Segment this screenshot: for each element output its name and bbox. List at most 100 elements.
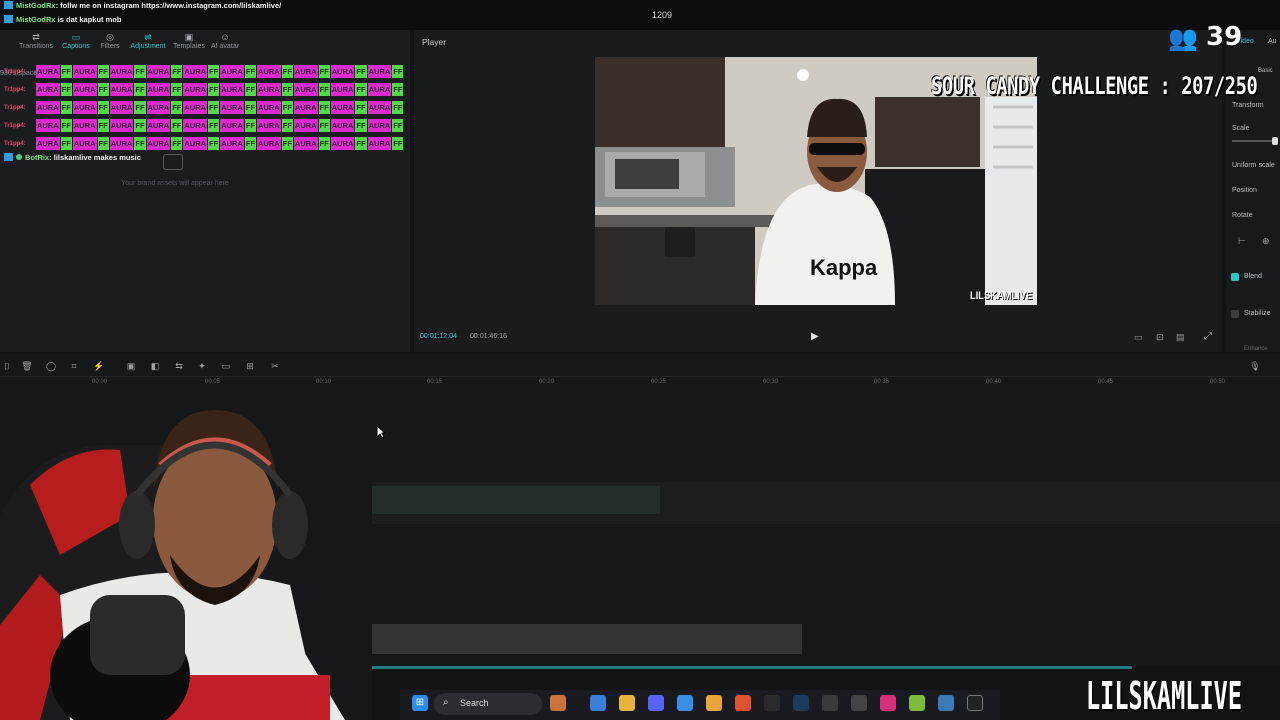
- video-clip[interactable]: [364, 624, 802, 654]
- aura-emote: AURA: [367, 83, 392, 96]
- aura-emote: AURA: [257, 65, 281, 78]
- aura-emote: AURA: [293, 119, 318, 132]
- auto-cut-icon[interactable]: ✂: [268, 360, 282, 372]
- aura-emote: AURA: [183, 119, 208, 132]
- aura-emote: AURA: [36, 119, 60, 132]
- aura-emote: AURA: [72, 119, 97, 132]
- blend-checkbox[interactable]: [1231, 273, 1239, 281]
- ff-emote: FF: [60, 101, 72, 114]
- stabilize-label: Stabilize: [1244, 310, 1271, 317]
- mirror-icon[interactable]: ⇆: [172, 360, 186, 372]
- ff-emote: FF: [281, 101, 293, 114]
- aura-emote: AURA: [220, 101, 244, 114]
- align-center-icon[interactable]: ⊕: [1262, 236, 1270, 247]
- bluestacks-icon[interactable]: [909, 695, 925, 711]
- aura-emote: AURA: [183, 83, 208, 96]
- subtitle-icon[interactable]: ▭: [219, 360, 233, 372]
- aura-emote: AURA: [293, 101, 318, 114]
- mouse-cursor-icon: [376, 424, 387, 444]
- speed-icon[interactable]: ⚡: [92, 360, 106, 372]
- filters-icon: ◎: [106, 32, 114, 42]
- ff-emote: FF: [318, 119, 330, 132]
- stabilize-checkbox[interactable]: [1231, 310, 1239, 318]
- tab-adjustment[interactable]: ⇌ Adjustment: [128, 32, 168, 54]
- ff-emote: FF: [392, 65, 404, 78]
- adjustment-icon: ⇌: [144, 32, 152, 42]
- chatgpt-icon[interactable]: [764, 695, 780, 711]
- timeline-scrollbar[interactable]: [368, 666, 1132, 669]
- ff-emote: FF: [60, 119, 72, 132]
- ff-emote: FF: [60, 137, 72, 150]
- aura-emote: AURA: [330, 119, 355, 132]
- ff-emote: FF: [208, 83, 220, 96]
- app-icon[interactable]: [706, 695, 722, 711]
- transitions-icon: ⇄: [32, 32, 40, 42]
- scale-slider[interactable]: [1232, 140, 1276, 142]
- select-icon[interactable]: ⌷: [0, 360, 14, 372]
- ff-emote: FF: [208, 137, 220, 150]
- capcut-icon[interactable]: [967, 695, 983, 711]
- reverse-icon[interactable]: ◧: [148, 360, 162, 372]
- ff-emote: FF: [97, 83, 109, 96]
- aura-emote: AURA: [367, 137, 392, 150]
- chat-line: MistGodRx: follw me on instagram https:/…: [4, 0, 281, 12]
- scale-slider-handle[interactable]: [1272, 137, 1278, 145]
- crop-tool-icon[interactable]: ⌗: [67, 360, 81, 372]
- widgets-icon[interactable]: [550, 695, 566, 711]
- delete-icon[interactable]: 🗑: [20, 360, 34, 372]
- ratio-icon[interactable]: ▤: [1176, 332, 1185, 343]
- ff-emote: FF: [355, 119, 367, 132]
- steam-icon[interactable]: [793, 695, 809, 711]
- discord-icon[interactable]: [648, 695, 664, 711]
- play-button[interactable]: ▶: [811, 331, 821, 343]
- store-icon[interactable]: [677, 695, 693, 711]
- aura-emote: AURA: [367, 119, 392, 132]
- aura-emote: AURA: [220, 65, 244, 78]
- aura-emote: AURA: [330, 65, 355, 78]
- instagram-icon[interactable]: [880, 695, 896, 711]
- windows-start-icon[interactable]: ⊞: [412, 695, 428, 711]
- ff-emote: FF: [60, 65, 72, 78]
- aura-emote: AURA: [293, 137, 318, 150]
- aura-emote: AURA: [72, 65, 97, 78]
- aura-emote: AURA: [146, 119, 171, 132]
- aura-emote: AURA: [183, 137, 208, 150]
- freeze-icon[interactable]: ▣: [124, 360, 138, 372]
- chat-emote-line: Tr1pp4: AURA FF AURA FF AURA FF AURA FF AURA FF AUR…: [4, 101, 404, 117]
- frame-icon[interactable]: ⊞: [243, 360, 257, 372]
- aura-emote: AURA: [36, 137, 60, 150]
- ff-emote: FF: [392, 101, 404, 114]
- brave-icon[interactable]: [735, 695, 751, 711]
- ff-emote: FF: [208, 119, 220, 132]
- ff-emote: FF: [134, 65, 146, 78]
- app-icon[interactable]: [822, 695, 838, 711]
- crop-icon[interactable]: ⊡: [1156, 332, 1164, 343]
- tab-transitions[interactable]: ⇄ Transitions: [16, 32, 56, 54]
- magic-icon[interactable]: ✦: [195, 360, 209, 372]
- file-explorer-icon[interactable]: [619, 695, 635, 711]
- tab-ai-avatar[interactable]: ☺ AI avatar: [205, 32, 245, 54]
- align-left-icon[interactable]: ⊢: [1238, 236, 1246, 247]
- expand-icon[interactable]: ⤢: [1204, 331, 1212, 342]
- ff-emote: FF: [97, 119, 109, 132]
- fullscreen-options-icon[interactable]: ▭: [1134, 332, 1143, 343]
- marker-icon[interactable]: ◯: [44, 360, 58, 372]
- tab-templates[interactable]: ▣ Templates: [169, 32, 209, 54]
- tab-basic[interactable]: Basic: [1258, 68, 1273, 74]
- aura-emote: AURA: [293, 83, 318, 96]
- copilot-icon[interactable]: [590, 695, 606, 711]
- ff-emote: FF: [171, 101, 183, 114]
- tab-audio[interactable]: Au: [1268, 38, 1277, 45]
- streamer-brand-overlay: LILSKAMLIVE: [1086, 674, 1243, 718]
- transform-section[interactable]: Transform: [1232, 102, 1264, 109]
- ff-emote: FF: [244, 101, 257, 114]
- tab-filters[interactable]: ◎ Filters: [90, 32, 130, 54]
- scale-label: Scale: [1232, 125, 1250, 132]
- rotate-label: Rotate: [1232, 212, 1253, 219]
- ff-emote: FF: [171, 65, 183, 78]
- 4k-downloader-icon[interactable]: [851, 695, 867, 711]
- chat-badge-icon: [4, 15, 13, 23]
- chat-username: Tr1pp4:: [4, 68, 26, 75]
- notepad-icon[interactable]: [938, 695, 954, 711]
- microphone-icon[interactable]: 🎙: [1248, 360, 1262, 372]
